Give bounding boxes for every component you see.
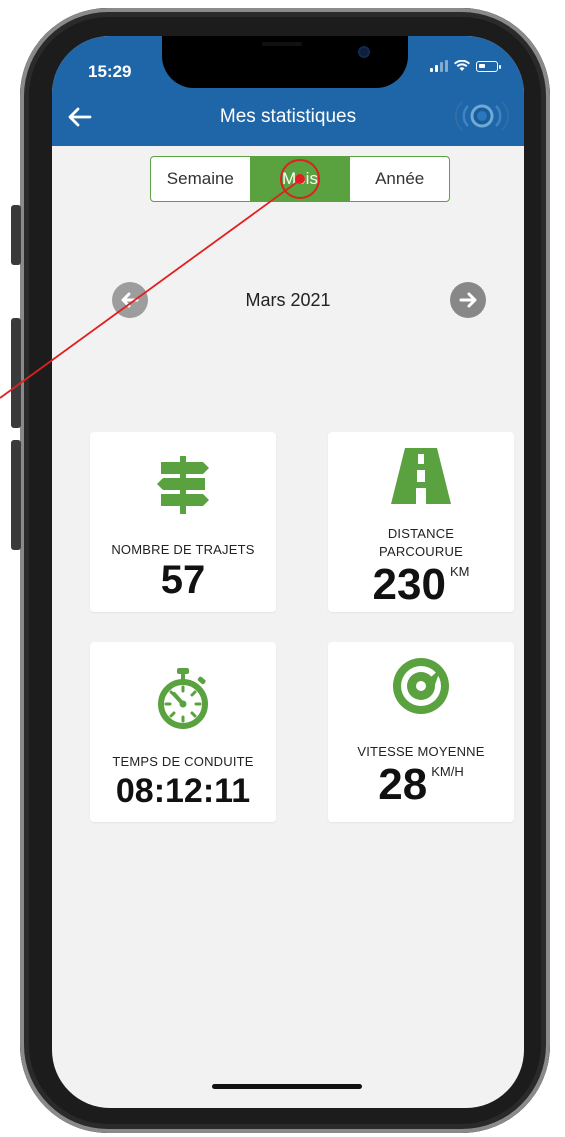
stopwatch-icon <box>158 668 208 729</box>
app-screen: 15:29 Mes statistiques Semaine Année Mar… <box>52 36 524 1108</box>
sound-wave-logo-icon <box>454 101 510 131</box>
avg-speed-value-group: 28 KM/H <box>328 760 514 810</box>
notch <box>162 36 408 88</box>
stat-card-trips: NOMBRE DE TRAJETS 57 <box>90 432 276 612</box>
month-navigator: Mars 2021 <box>52 282 524 322</box>
distance-label-line1: DISTANCE <box>387 526 455 541</box>
trips-value: 57 <box>160 558 206 602</box>
stat-card-avg-speed: VITESSE MOYENNE 28 KM/H <box>328 642 514 822</box>
trips-label: NOMBRE DE TRAJETS <box>111 542 255 557</box>
avg-speed-unit: KM/H <box>431 764 464 779</box>
wifi-icon <box>454 60 470 71</box>
distance-value: 230 <box>372 560 446 609</box>
avg-speed-label: VITESSE MOYENNE <box>357 744 485 759</box>
stat-card-driving-time: TEMPS DE CONDUITE 08:12:11 <box>90 642 276 822</box>
driving-time-label: TEMPS DE CONDUITE <box>112 754 254 769</box>
click-indicator-dot <box>295 174 305 184</box>
avg-speed-value: 28 <box>378 760 428 809</box>
status-time: 15:29 <box>88 62 132 81</box>
front-camera <box>360 48 368 56</box>
speaker-grille <box>262 42 302 46</box>
app-header: 15:29 Mes statistiques <box>52 36 524 146</box>
volume-down-button <box>11 440 21 550</box>
tab-annee[interactable]: Année <box>349 157 449 201</box>
signpost-icon <box>157 456 209 514</box>
distance-label-line2: PARCOURUE <box>379 544 463 559</box>
signal-icon <box>430 60 448 72</box>
arrow-right-circle-icon <box>459 292 477 308</box>
stat-card-distance: DISTANCE PARCOURUE 230 KM <box>328 432 514 612</box>
next-month-button[interactable] <box>450 282 486 318</box>
battery-icon <box>476 60 501 72</box>
distance-unit: KM <box>449 564 470 579</box>
road-icon <box>391 448 451 504</box>
mute-switch <box>11 205 21 265</box>
home-indicator[interactable] <box>212 1084 362 1089</box>
status-icons <box>430 60 501 72</box>
distance-value-group: 230 KM <box>328 560 514 610</box>
tab-semaine[interactable]: Semaine <box>151 157 250 201</box>
driving-time-value: 08:12:11 <box>115 772 251 810</box>
volume-up-button <box>11 318 21 428</box>
speedometer-icon <box>393 658 449 714</box>
